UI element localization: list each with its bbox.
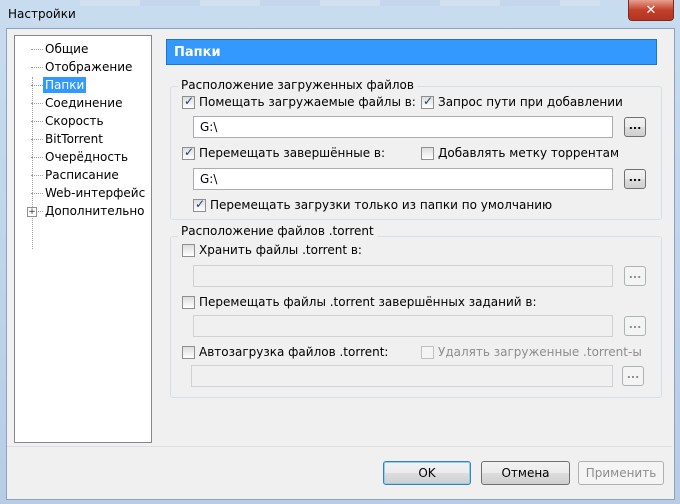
- tree-connector: [31, 49, 43, 50]
- tree-connector: [31, 193, 43, 194]
- sidebar-item-speed[interactable]: Скорость: [43, 113, 106, 129]
- title-bar[interactable]: Настройки ✕: [0, 0, 680, 28]
- page-title: Папки: [166, 39, 657, 65]
- add-label-checkbox[interactable]: [421, 147, 434, 160]
- move-torrents-path-field[interactable]: [193, 315, 613, 337]
- sidebar-item-bittorrent[interactable]: BitTorrent: [43, 131, 105, 147]
- tree-connector: [31, 85, 43, 86]
- tree-connector: [31, 139, 43, 140]
- move-completed-checkbox[interactable]: [182, 145, 195, 160]
- autoload-torrents-checkbox[interactable]: [182, 346, 195, 359]
- tree-connector: [31, 103, 43, 104]
- tree-connector: [31, 67, 43, 68]
- browse-move-torrents-button[interactable]: ...: [624, 316, 646, 336]
- settings-window: Настройки ✕ Общие Отображение Папки Соед…: [0, 0, 680, 504]
- only-default-folder-checkbox[interactable]: [193, 197, 206, 212]
- tree-connector: [31, 157, 43, 158]
- sidebar-item-folders[interactable]: Папки: [43, 77, 87, 93]
- sidebar-item-queue[interactable]: Очерёдность: [43, 149, 130, 165]
- tree-connector: [31, 121, 43, 122]
- delete-loaded-torrents-label: Удалять загруженные .torrent-ы: [438, 345, 642, 359]
- tree-connector: [31, 175, 43, 176]
- expand-icon[interactable]: +: [27, 207, 37, 217]
- browse-completed-path-button[interactable]: ...: [624, 169, 646, 189]
- close-icon: ✕: [645, 2, 657, 18]
- only-default-folder-label: Перемещать загрузки только из папки по у…: [210, 198, 553, 212]
- downloads-group-title: Расположение загруженных файлов: [178, 78, 417, 92]
- move-completed-label: Перемещать завершённые в:: [199, 146, 386, 160]
- sidebar-item-connection[interactable]: Соединение: [43, 95, 124, 111]
- close-button[interactable]: ✕: [628, 0, 674, 21]
- sidebar-item-schedule[interactable]: Расписание: [43, 167, 121, 183]
- browse-autoload-button[interactable]: ...: [622, 366, 644, 386]
- move-torrents-label: Перемещать файлы .torrent завершённых за…: [199, 295, 537, 309]
- sidebar-item-webui[interactable]: Web-интерфейс: [43, 185, 147, 201]
- store-torrents-checkbox[interactable]: [182, 244, 195, 257]
- sidebar-item-advanced[interactable]: Дополнительно: [43, 203, 147, 219]
- store-torrents-label: Хранить файлы .torrent в:: [199, 243, 362, 257]
- dialog-button-bar: [7, 446, 672, 498]
- delete-loaded-torrents-checkbox[interactable]: [421, 346, 434, 359]
- save-files-checkbox[interactable]: [182, 94, 195, 109]
- browse-store-torrents-button[interactable]: ...: [624, 266, 646, 286]
- browse-save-path-button[interactable]: ...: [624, 117, 646, 137]
- torrent-group-title: Расположение файлов .torrent: [178, 224, 377, 238]
- window-title: Настройки: [8, 7, 76, 21]
- category-tree[interactable]: Общие Отображение Папки Соединение Скоро…: [14, 35, 152, 443]
- sidebar-item-display[interactable]: Отображение: [43, 59, 134, 75]
- store-torrents-path-field[interactable]: [193, 265, 613, 287]
- ask-path-label: Запрос пути при добавлении: [438, 95, 623, 109]
- sidebar-item-general[interactable]: Общие: [43, 41, 90, 57]
- save-path-field[interactable]: G:\: [193, 116, 613, 138]
- autoload-path-field[interactable]: [191, 365, 613, 387]
- ok-button[interactable]: OK: [383, 461, 471, 485]
- ask-path-checkbox[interactable]: [421, 94, 434, 109]
- save-files-label: Помещать загружаемые файлы в:: [199, 95, 416, 109]
- cancel-button[interactable]: Отмена: [481, 461, 570, 485]
- autoload-torrents-label: Автозагрузка файлов .torrent:: [199, 345, 389, 359]
- apply-button[interactable]: Применить: [578, 461, 664, 485]
- move-torrents-checkbox[interactable]: [182, 296, 195, 309]
- completed-path-field[interactable]: G:\: [193, 168, 613, 190]
- add-label-label: Добавлять метку торрентам: [438, 146, 620, 160]
